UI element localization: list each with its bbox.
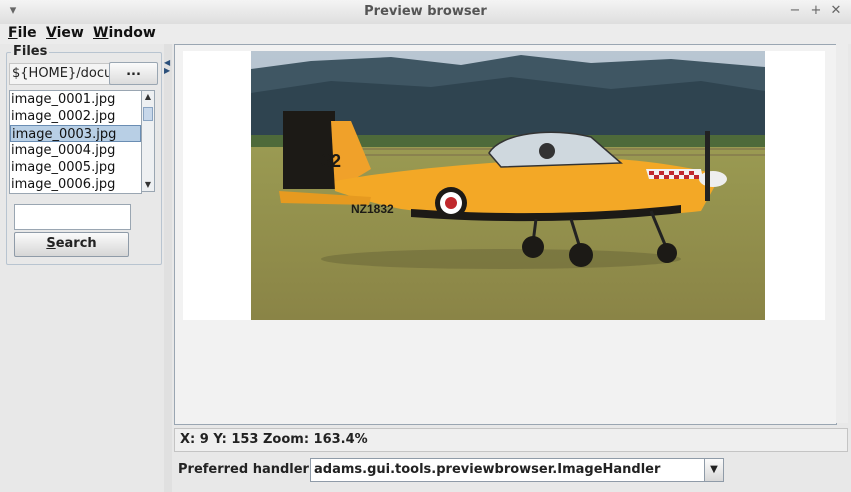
list-item[interactable]: image_0006.jpg	[10, 176, 141, 193]
list-item[interactable]: image_0004.jpg	[10, 142, 141, 159]
browse-button[interactable]: ...	[109, 62, 158, 85]
image-canvas: 32 NZ1832	[183, 51, 825, 320]
menu-window-mnemonic: W	[93, 25, 109, 41]
preview-scrollbar[interactable]	[836, 44, 848, 423]
status-text: X: 9 Y: 153 Zoom: 163.4%	[180, 432, 368, 447]
minimize-icon[interactable]: −	[787, 3, 803, 19]
menu-window-label: indow	[108, 25, 156, 41]
tail-number: 32	[321, 151, 341, 171]
list-item-selected[interactable]: image_0003.jpg	[10, 125, 141, 142]
menu-file[interactable]: File	[8, 25, 37, 41]
preview-image: 32 NZ1832	[251, 51, 765, 320]
search-input[interactable]	[14, 204, 131, 230]
scroll-down-icon[interactable]: ▼	[142, 179, 154, 191]
title-bar: ▾ Preview browser − + ✕	[0, 0, 851, 25]
search-button-label: earch	[55, 236, 97, 251]
registration-text: NZ1832	[351, 202, 394, 216]
handler-select[interactable]: adams.gui.tools.previewbrowser.ImageHand…	[310, 458, 724, 482]
search-button[interactable]: Search	[14, 232, 129, 257]
search-mnemonic: S	[46, 236, 56, 251]
menu-file-mnemonic: F	[8, 25, 18, 41]
split-divider[interactable]: ◀ ▶	[164, 44, 172, 492]
scrollbar-thumb[interactable]	[143, 107, 153, 121]
preview-panel: 32 NZ1832	[174, 44, 837, 425]
menu-view-mnemonic: V	[46, 25, 57, 41]
files-legend: Files	[11, 44, 50, 59]
menu-bar: File View Window	[0, 24, 851, 44]
scroll-up-icon[interactable]: ▲	[142, 91, 154, 103]
list-item[interactable]: image_0005.jpg	[10, 159, 141, 176]
list-item[interactable]: image_0002.jpg	[10, 108, 141, 125]
status-bar: X: 9 Y: 153 Zoom: 163.4%	[174, 428, 848, 452]
close-icon[interactable]: ✕	[828, 3, 844, 19]
menu-view-label: iew	[56, 25, 84, 41]
menu-file-label: ile	[17, 25, 37, 41]
file-list[interactable]: image_0001.jpg image_0002.jpg image_0003…	[9, 90, 142, 194]
list-item[interactable]: image_0001.jpg	[10, 91, 141, 108]
handler-label: Preferred handler	[178, 462, 309, 477]
window-title: Preview browser	[364, 4, 487, 19]
file-list-scrollbar[interactable]: ▲ ▼	[141, 90, 155, 192]
handler-row: Preferred handler adams.gui.tools.previe…	[174, 456, 846, 484]
directory-field[interactable]: ${HOME}/docu	[9, 63, 111, 85]
menu-window[interactable]: Window	[93, 25, 156, 41]
menu-view[interactable]: View	[46, 25, 84, 41]
expand-right-icon[interactable]: ▶	[164, 66, 170, 75]
handler-value: adams.gui.tools.previewbrowser.ImageHand…	[314, 462, 661, 477]
chevron-down-icon[interactable]: ▼	[704, 459, 723, 481]
maximize-icon[interactable]: +	[808, 3, 824, 19]
